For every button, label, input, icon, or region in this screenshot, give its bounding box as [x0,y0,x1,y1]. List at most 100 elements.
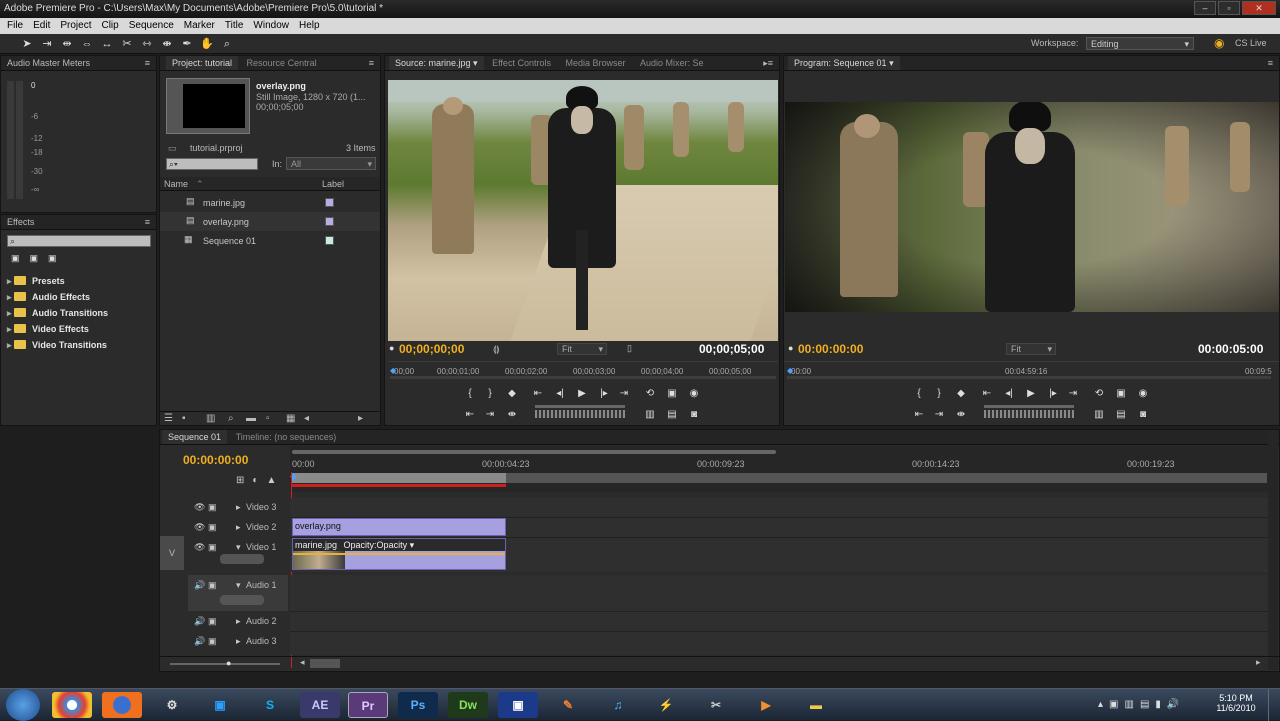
go-to-in-icon[interactable]: ⇤ [531,387,545,401]
safe-margins-icon[interactable]: ▣ [1114,387,1128,401]
eye-icon[interactable]: 👁 [194,522,205,533]
list-item[interactable]: ▤ marine.jpg [160,193,380,212]
effects-folder-audio-transitions[interactable]: ▸ Audio Transitions [7,305,108,321]
chevron-down-icon[interactable]: ▾ [236,542,241,553]
clock[interactable]: 5:10 PM 11/6/2010 [1214,693,1258,713]
project-search-input[interactable]: ⌕▾ [166,158,258,170]
itunes-icon[interactable]: ♫ [598,692,638,718]
list-view-icon[interactable]: ☰ [164,412,173,426]
extract-icon[interactable]: ▤ [1114,408,1128,422]
opacity-menu[interactable]: Opacity:Opacity ▾ [344,540,415,550]
step-back-icon[interactable]: ◂| [553,387,567,401]
menu-title[interactable]: Title [220,18,249,34]
effects-folder-audio-effects[interactable]: ▸ Audio Effects [7,289,108,305]
label-color-swatch[interactable] [325,198,334,207]
yuv-effects-icon[interactable]: ▣ [48,253,57,264]
track-target-v[interactable]: V [160,536,184,570]
program-fit-select[interactable]: Fit ▾ [1006,343,1056,355]
tab-sequence-01[interactable]: Sequence 01 [162,430,228,444]
icon-view-icon[interactable]: ▪ [182,412,186,426]
scroll-left-icon[interactable]: ◂ [300,657,305,668]
menu-clip[interactable]: Clip [96,18,123,34]
chevron-right-icon[interactable]: ▸ [236,616,241,627]
automate-to-sequence-icon[interactable]: ▥ [206,412,215,426]
menu-edit[interactable]: Edit [28,18,55,34]
program-zoom-bar[interactable] [787,376,1271,379]
timeline-zoom-bar[interactable] [292,450,776,454]
windows-live-icon[interactable]: ▣ [200,692,240,718]
opacity-rubber-band[interactable] [293,553,505,555]
tray-power-icon[interactable]: ▤ [1140,699,1149,710]
play-in-to-out-icon[interactable]: ⇼ [954,408,968,422]
tab-program[interactable]: Program: Sequence 01 ▾ [788,56,900,70]
media-player-icon[interactable]: ▶ [746,692,786,718]
go-to-next-edit-icon[interactable]: ⇥ [932,408,946,422]
source-zoom-bar[interactable] [390,376,776,379]
close-button[interactable]: ✕ [1242,1,1276,15]
new-item-icon[interactable]: ▫ [266,412,270,426]
go-to-out-icon[interactable]: ⇥ [1066,387,1080,401]
maximize-button[interactable]: ▫ [1218,1,1240,15]
menu-project[interactable]: Project [55,18,96,34]
lock-icon[interactable]: ▣ [208,636,217,647]
loop-icon[interactable]: ⟲ [1092,387,1106,401]
lock-icon[interactable]: ▣ [208,580,217,591]
output-icon[interactable]: ◉ [1136,387,1150,401]
snap-icon[interactable]: ⊞ [236,475,244,486]
minimize-button[interactable]: ‒ [1194,1,1216,15]
menu-file[interactable]: File [2,18,28,34]
clip-overlay-png[interactable]: overlay.png [292,518,506,536]
panel-menu-icon[interactable]: ≡ [145,215,150,230]
effects-folder-presets[interactable]: ▸ Presets [7,273,108,289]
scroll-left-icon[interactable]: ◂ [304,412,309,426]
work-area-bar[interactable] [292,473,506,483]
ripple-edit-tool-icon[interactable]: ⇹ [60,37,74,51]
zoom-slider-handle[interactable]: ● [226,658,231,668]
step-forward-icon[interactable]: |▸ [1046,387,1060,401]
playhead-icon[interactable]: ◆ [787,366,793,375]
insert-icon[interactable]: ▥ [643,408,657,422]
list-item[interactable]: ▤ overlay.png [160,212,380,231]
find-icon[interactable]: ⌕ [228,412,234,426]
steam-icon[interactable]: ⚙ [152,692,192,718]
rate-stretch-tool-icon[interactable]: ↔ [100,37,114,51]
column-name[interactable]: Name [164,177,188,191]
cs-live-icon[interactable]: ◉ [1214,36,1224,50]
loop-icon[interactable]: ⟲ [643,387,657,401]
effects-folder-video-effects[interactable]: ▸ Video Effects [7,321,108,337]
lock-icon[interactable]: ▣ [208,502,217,513]
in-filter-select[interactable]: All ▾ [286,157,376,170]
dreamweaver-icon[interactable]: Dw [448,692,488,718]
play-icon[interactable]: ▶ [575,387,589,401]
tab-timeline-no-sequences[interactable]: Timeline: (no sequences) [230,430,343,444]
program-current-time[interactable]: 00:00:00:00 [798,342,863,356]
drag-audio-video-icon[interactable]: ▯ [627,343,632,354]
step-forward-icon[interactable]: |▸ [597,387,611,401]
tab-effect-controls[interactable]: Effect Controls [486,56,557,70]
explorer-icon[interactable]: ▬ [796,692,836,718]
effects-search-input[interactable]: ⌕ [7,235,151,247]
go-to-previous-marker-icon[interactable]: ⇤ [463,408,477,422]
eye-icon[interactable]: 👁 [194,542,205,553]
chrome-icon[interactable] [52,692,92,718]
list-item[interactable]: ▦ Sequence 01 [160,231,380,250]
source-time-ruler[interactable]: 00;00 00;00;01;00 00;00;02;00 00;00;03;0… [388,361,778,379]
show-desktop-button[interactable] [1268,689,1280,721]
jog-wheel[interactable] [984,410,1074,418]
new-bin-icon[interactable]: ▬ [246,412,256,426]
tab-source[interactable]: Source: marine.jpg ▾ [389,56,484,70]
panel-menu-icon[interactable]: ▸≡ [763,56,773,71]
source-current-time[interactable]: 00;00;00;00 [399,342,464,356]
chevron-right-icon[interactable]: ▸ [236,636,241,647]
clear-icon[interactable]: ▦ [286,412,295,426]
export-frame-icon[interactable]: ◙ [687,408,701,422]
add-marker-icon[interactable]: ▲ [266,475,276,486]
menu-sequence[interactable]: Sequence [124,18,179,34]
chevron-down-icon[interactable]: ▾ [236,580,241,591]
zoom-slider[interactable] [170,663,280,665]
start-button[interactable] [6,689,40,721]
scroll-right-icon[interactable]: ▸ [1256,657,1261,668]
app-window-icon[interactable]: ▣ [498,692,538,718]
go-to-out-icon[interactable]: ⇥ [617,387,631,401]
timeline-current-time[interactable]: 00:00:00:00 [183,453,248,467]
